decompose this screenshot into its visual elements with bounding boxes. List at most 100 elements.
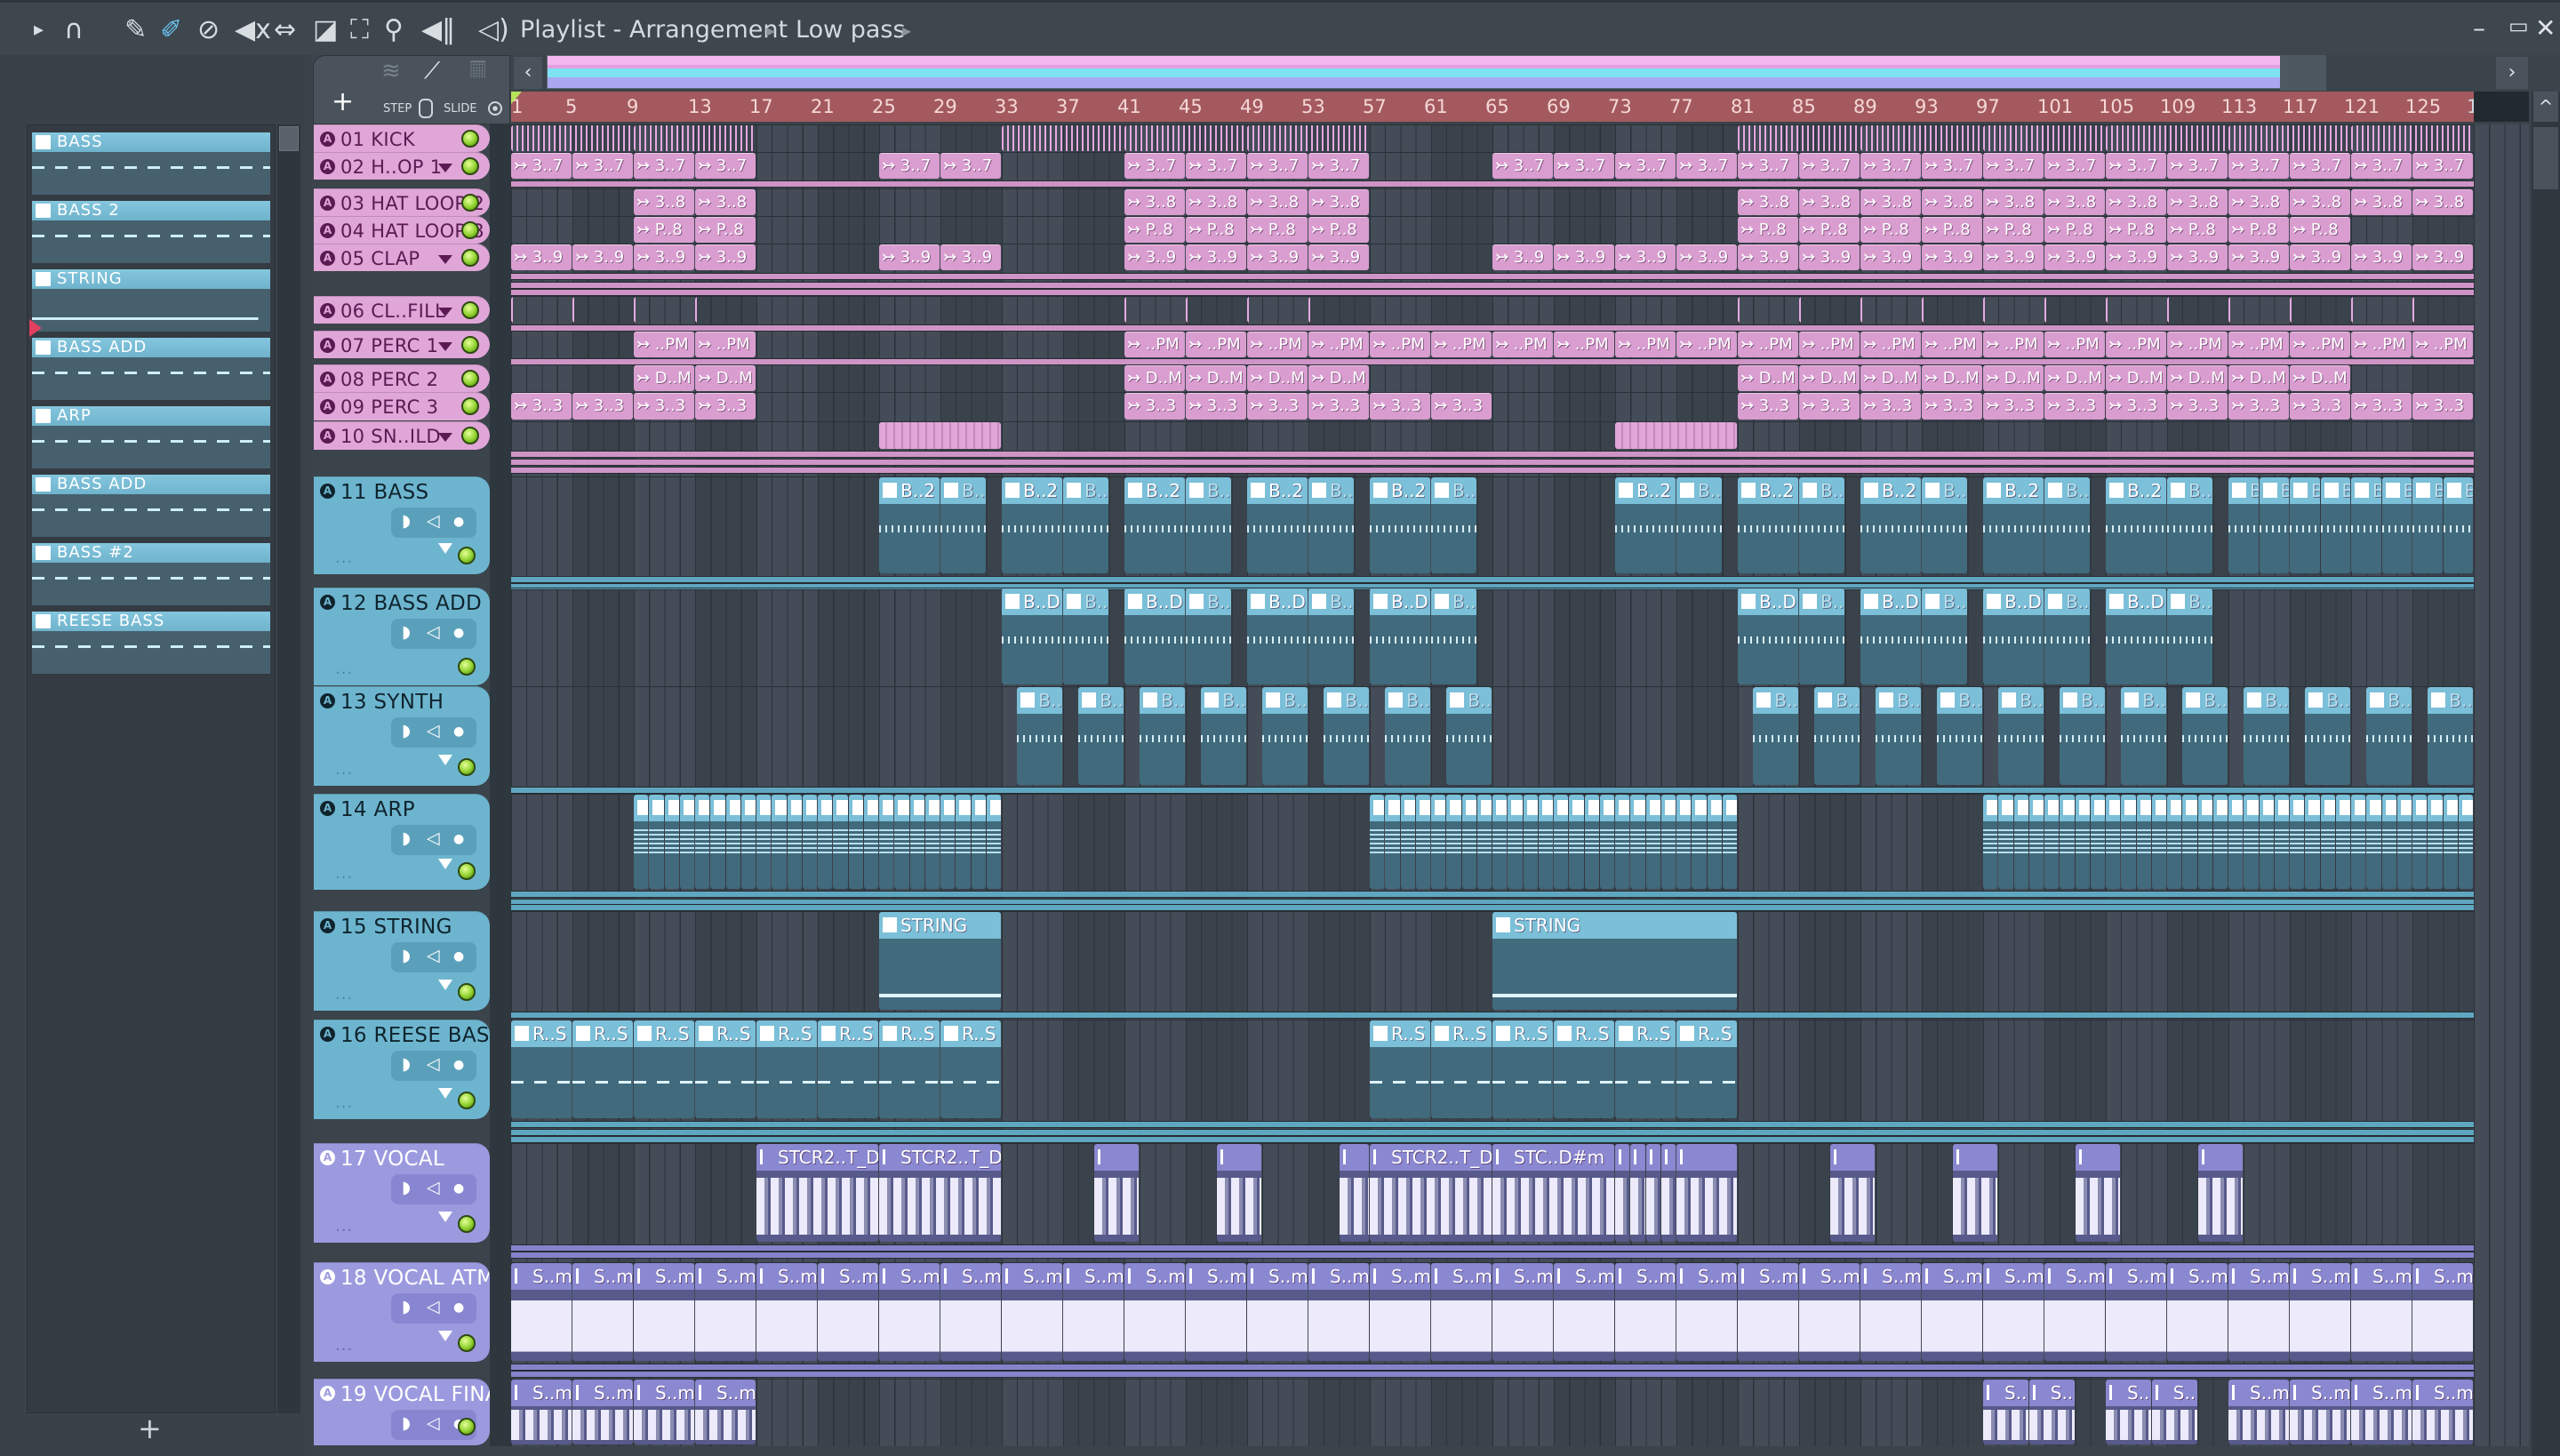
- clip[interactable]: [2028, 795, 2044, 889]
- track-name[interactable]: 13 SYNTH: [340, 691, 444, 714]
- clip[interactable]: ↣ 3..3: [1983, 393, 2044, 420]
- clip[interactable]: B..: [2182, 687, 2228, 785]
- track-header[interactable]: A 13 SYNTH ◗ ◁ ●...: [314, 686, 490, 786]
- paint-brush-icon[interactable]: ✐: [160, 15, 182, 45]
- clip[interactable]: B..: [1799, 588, 1844, 684]
- clip[interactable]: S..m: [1554, 1263, 1614, 1361]
- clip[interactable]: ↣ 3..7: [2290, 153, 2350, 179]
- clip[interactable]: [1569, 795, 1584, 889]
- solo-dot-icon[interactable]: ●: [453, 515, 464, 529]
- clip[interactable]: ↣ 3..9: [2290, 244, 2350, 270]
- mute-led[interactable]: [461, 194, 479, 212]
- automation-lane[interactable]: [511, 1371, 2474, 1378]
- mute-led[interactable]: [458, 1418, 476, 1436]
- clip[interactable]: ↣ 3..8: [634, 189, 694, 215]
- clip[interactable]: B..: [940, 477, 986, 573]
- dropdown-arrow-icon[interactable]: [438, 1212, 452, 1222]
- automation-lane[interactable]: [511, 1364, 2474, 1371]
- clip[interactable]: [1431, 795, 1446, 889]
- speaker-icon[interactable]: ◁: [427, 1413, 440, 1433]
- clip[interactable]: [1692, 795, 1707, 889]
- clip[interactable]: B..: [2443, 477, 2473, 573]
- clip[interactable]: [879, 795, 894, 889]
- clip[interactable]: B..: [2320, 477, 2350, 573]
- clip[interactable]: [2244, 795, 2259, 889]
- vertical-scrollbar[interactable]: ^: [2532, 92, 2560, 1456]
- pattern-list-scrollbar[interactable]: [277, 124, 300, 1413]
- clip[interactable]: B..2: [1370, 477, 1430, 573]
- clip[interactable]: [2182, 795, 2197, 889]
- clip[interactable]: ↣ ..PM: [1615, 332, 1676, 357]
- clip[interactable]: [1492, 795, 1508, 889]
- clip[interactable]: [772, 795, 787, 889]
- clip[interactable]: ↣ 3..7: [1124, 153, 1185, 179]
- automation-lane[interactable]: [511, 576, 2474, 583]
- clip[interactable]: ↣ ..PM: [634, 332, 694, 357]
- mute-led[interactable]: [461, 336, 479, 354]
- automation-lane[interactable]: [511, 1244, 2474, 1252]
- clip[interactable]: ↣ D..M: [1124, 365, 1185, 391]
- clip[interactable]: ↣ 3..3: [572, 393, 633, 420]
- mute-led[interactable]: [458, 1215, 476, 1233]
- clip[interactable]: ↣ 3..3: [1860, 393, 1921, 420]
- clip[interactable]: ↣ 3..8: [2412, 189, 2473, 215]
- clip[interactable]: STC..D#m: [1492, 1144, 1614, 1242]
- clip[interactable]: ↣ P..8: [1308, 217, 1369, 243]
- clip[interactable]: R..S: [940, 1020, 1001, 1118]
- clip[interactable]: B..: [2044, 477, 2090, 573]
- automation-lane[interactable]: [511, 451, 2474, 458]
- dropdown-arrow-icon[interactable]: [438, 1331, 452, 1341]
- clip[interactable]: [2106, 297, 2166, 323]
- clip[interactable]: ↣ 3..7: [2412, 153, 2473, 179]
- clip[interactable]: [1446, 795, 1461, 889]
- track-header[interactable]: A 03 HAT LOOP 2: [314, 188, 490, 216]
- clip[interactable]: B..: [1017, 687, 1062, 785]
- clip[interactable]: B..: [1063, 588, 1108, 684]
- maximize-button[interactable]: ▭: [2508, 13, 2529, 38]
- clip[interactable]: S..m: [1799, 1263, 1860, 1361]
- clip[interactable]: [649, 795, 664, 889]
- clip[interactable]: ↣ ..PM: [1308, 332, 1369, 357]
- clip[interactable]: B..: [1431, 588, 1476, 684]
- clip[interactable]: ↣ 3..9: [2044, 244, 2105, 270]
- clip[interactable]: ↣ 3..3: [2167, 393, 2228, 420]
- clip[interactable]: ↣ D..M: [2228, 365, 2289, 391]
- clip[interactable]: S..m: [2106, 1380, 2151, 1444]
- clip[interactable]: S..m: [2151, 1380, 2197, 1444]
- clip[interactable]: B..D: [1738, 588, 1798, 684]
- more-icon[interactable]: ...: [335, 864, 353, 883]
- automation-a-icon[interactable]: A: [320, 223, 335, 238]
- clip[interactable]: R..S: [634, 1020, 694, 1118]
- clip[interactable]: ↣ 3..9: [1983, 244, 2044, 270]
- clip[interactable]: B..: [1922, 477, 1967, 573]
- automation-lane[interactable]: [511, 1252, 2474, 1259]
- clip[interactable]: B..: [2412, 477, 2443, 573]
- clip[interactable]: S..m: [2228, 1380, 2289, 1444]
- clip[interactable]: ↣ ..PM: [2106, 332, 2166, 357]
- clip[interactable]: [1738, 125, 1860, 151]
- clip[interactable]: [879, 422, 1001, 449]
- clip[interactable]: ↣ 3..7: [1676, 153, 1737, 179]
- clip[interactable]: ↣ 3..3: [1370, 393, 1430, 420]
- clip[interactable]: S..m: [2044, 1263, 2105, 1361]
- clip[interactable]: [1247, 125, 1369, 151]
- clip[interactable]: [740, 795, 756, 889]
- track-header[interactable]: A 06 CL..FILL: [314, 296, 490, 324]
- clip[interactable]: ↣ 3..8: [2351, 189, 2412, 215]
- clip[interactable]: [2212, 795, 2228, 889]
- clip[interactable]: [1339, 1144, 1369, 1242]
- automation-lane[interactable]: [511, 787, 2474, 794]
- clip[interactable]: B..: [2428, 687, 2473, 785]
- automation-a-icon[interactable]: A: [320, 1150, 335, 1165]
- clip[interactable]: B..2: [1124, 477, 1185, 573]
- vertical-scroll-thumb[interactable]: [2533, 127, 2558, 189]
- clip[interactable]: B..D: [1860, 588, 1921, 684]
- clip[interactable]: [1922, 297, 1982, 323]
- pattern-item[interactable]: BASS #2: [32, 543, 270, 605]
- dropdown-arrow-icon[interactable]: [438, 859, 452, 869]
- clip[interactable]: [679, 795, 694, 889]
- pattern-item[interactable]: BASS 2: [32, 201, 270, 263]
- track-header[interactable]: A 08 PERC 2: [314, 364, 490, 392]
- clip[interactable]: B..: [2167, 477, 2212, 573]
- track-header[interactable]: A 02 H..OP 1: [314, 152, 490, 180]
